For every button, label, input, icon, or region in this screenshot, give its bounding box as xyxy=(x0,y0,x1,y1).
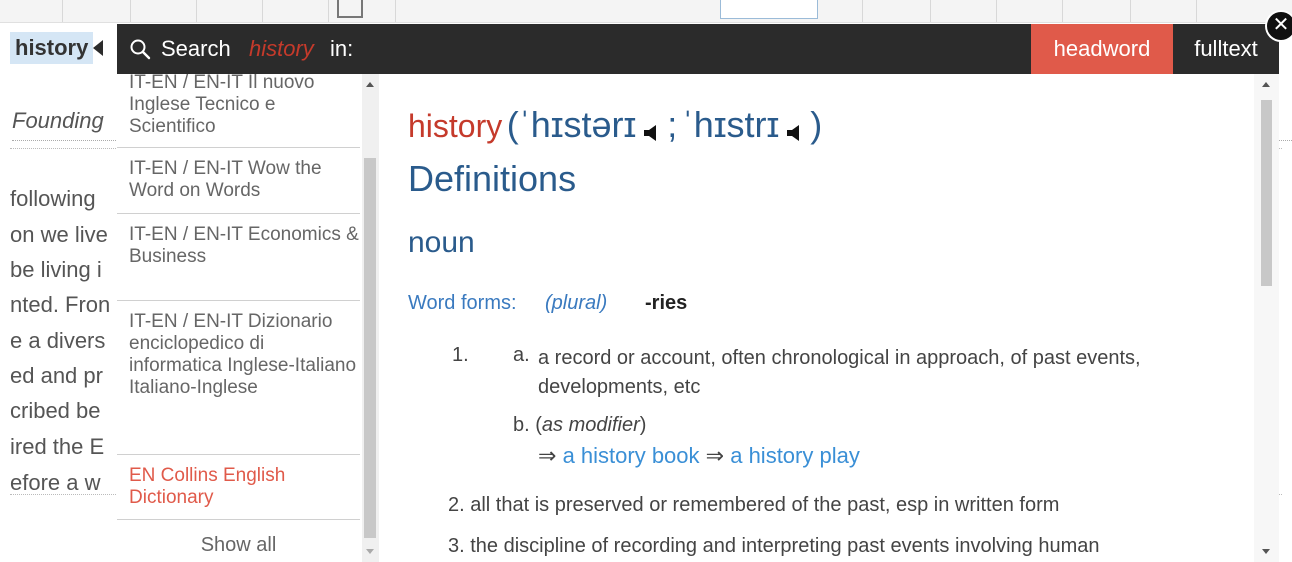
document-line: nted. Fron xyxy=(10,292,111,317)
part-of-speech: noun xyxy=(408,226,475,259)
speaker-icon[interactable] xyxy=(641,122,663,144)
arrow-icon: ⇒ xyxy=(538,443,557,468)
search-in-label: in: xyxy=(330,36,354,61)
subsense-b: b. (as modifier) xyxy=(513,414,646,437)
dictionary-item[interactable]: IT-EN / EN-IT Economics & Business xyxy=(117,214,360,301)
dictionary-item-active[interactable]: EN Collins English Dictionary xyxy=(117,455,360,520)
headword-mode-button[interactable]: headword xyxy=(1031,24,1173,74)
word-forms-label: Word forms: xyxy=(408,292,517,314)
definition-text: a record or account, often chronological… xyxy=(538,347,1141,398)
dictionary-item[interactable]: IT-EN / EN-IT Dizionario enciclopedico d… xyxy=(117,301,360,455)
example-link[interactable]: a history book xyxy=(563,443,700,468)
word-form: -ries xyxy=(645,292,688,314)
show-all-button[interactable]: Show all xyxy=(117,529,360,562)
document-line: be living i xyxy=(10,257,102,282)
pronunciation-1: ˈhɪstərɪ xyxy=(518,104,637,145)
search-icon[interactable] xyxy=(129,38,151,60)
document-line: cribed be xyxy=(10,398,101,423)
scroll-up-icon[interactable] xyxy=(366,82,374,87)
scroll-up-icon[interactable] xyxy=(1262,82,1270,87)
subsense-label: b. xyxy=(513,414,530,436)
scroll-down-icon[interactable] xyxy=(366,549,374,554)
dictionary-item[interactable]: IT-EN / EN-IT Wow the Word on Words xyxy=(117,148,360,214)
definition-scrollbar[interactable] xyxy=(1254,74,1279,562)
search-bar: Search history in: headword fulltext xyxy=(117,24,1279,74)
search-term[interactable]: history xyxy=(249,36,314,62)
scroll-thumb[interactable] xyxy=(1261,100,1272,286)
toolbar-checkbox-icon[interactable] xyxy=(337,0,363,18)
sense-number: 1. xyxy=(452,344,469,366)
document-line: efore a w xyxy=(10,470,101,495)
headword: history xyxy=(408,108,503,144)
dictionary-item[interactable]: IT-EN / EN-IT Il nuovo Inglese Tecnico e… xyxy=(117,74,360,148)
paren: ) xyxy=(639,414,647,436)
scroll-thumb[interactable] xyxy=(364,158,376,538)
paren: ( xyxy=(535,414,542,436)
document-line: ired the E xyxy=(10,434,105,459)
document-line: e a divers xyxy=(10,328,106,353)
background-toolbar xyxy=(0,0,1292,23)
arrow-icon: ⇒ xyxy=(705,443,725,468)
document-line: ed and pr xyxy=(10,363,103,388)
example-link[interactable]: a history play xyxy=(730,443,860,468)
paren: ( xyxy=(506,104,519,145)
close-icon[interactable]: ✕ xyxy=(1265,10,1292,42)
entry-header: history (ˈhɪstərɪ ; ˈhɪstrɪ ) xyxy=(408,104,822,146)
subsense-label: a. xyxy=(513,344,530,366)
section-heading: Definitions xyxy=(408,158,577,199)
dictionary-list: IT-EN / EN-IT Il nuovo Inglese Tecnico e… xyxy=(117,74,363,562)
definition-pane: history (ˈhɪstərɪ ; ˈhɪstrɪ ) Definition… xyxy=(379,74,1254,562)
paren: ) xyxy=(810,104,823,145)
separator: ; xyxy=(667,104,678,145)
examples: ⇒ a history book ⇒ a history play xyxy=(538,443,860,469)
search-label: Search xyxy=(161,36,231,61)
dictionary-popup: Search history in: headword fulltext ✕ I… xyxy=(117,10,1292,562)
speaker-icon[interactable] xyxy=(784,122,806,144)
list-scrollbar[interactable] xyxy=(362,74,379,562)
document-line: on we live xyxy=(10,222,108,247)
word-forms-plural: (plural) xyxy=(545,292,608,314)
definition-text: 2. all that is preserved or remembered o… xyxy=(448,494,1060,516)
selected-word: history xyxy=(10,32,104,64)
scroll-down-icon[interactable] xyxy=(1262,549,1270,554)
fulltext-mode-button[interactable]: fulltext xyxy=(1173,24,1279,74)
usage-modifier: as modifier xyxy=(541,414,640,436)
pronunciation-2: ˈhɪstrɪ xyxy=(681,104,780,145)
definition-text: 3. the discipline of recording and inter… xyxy=(448,535,1100,557)
toolbar-field[interactable] xyxy=(720,0,818,19)
document-line: following xyxy=(10,186,96,211)
